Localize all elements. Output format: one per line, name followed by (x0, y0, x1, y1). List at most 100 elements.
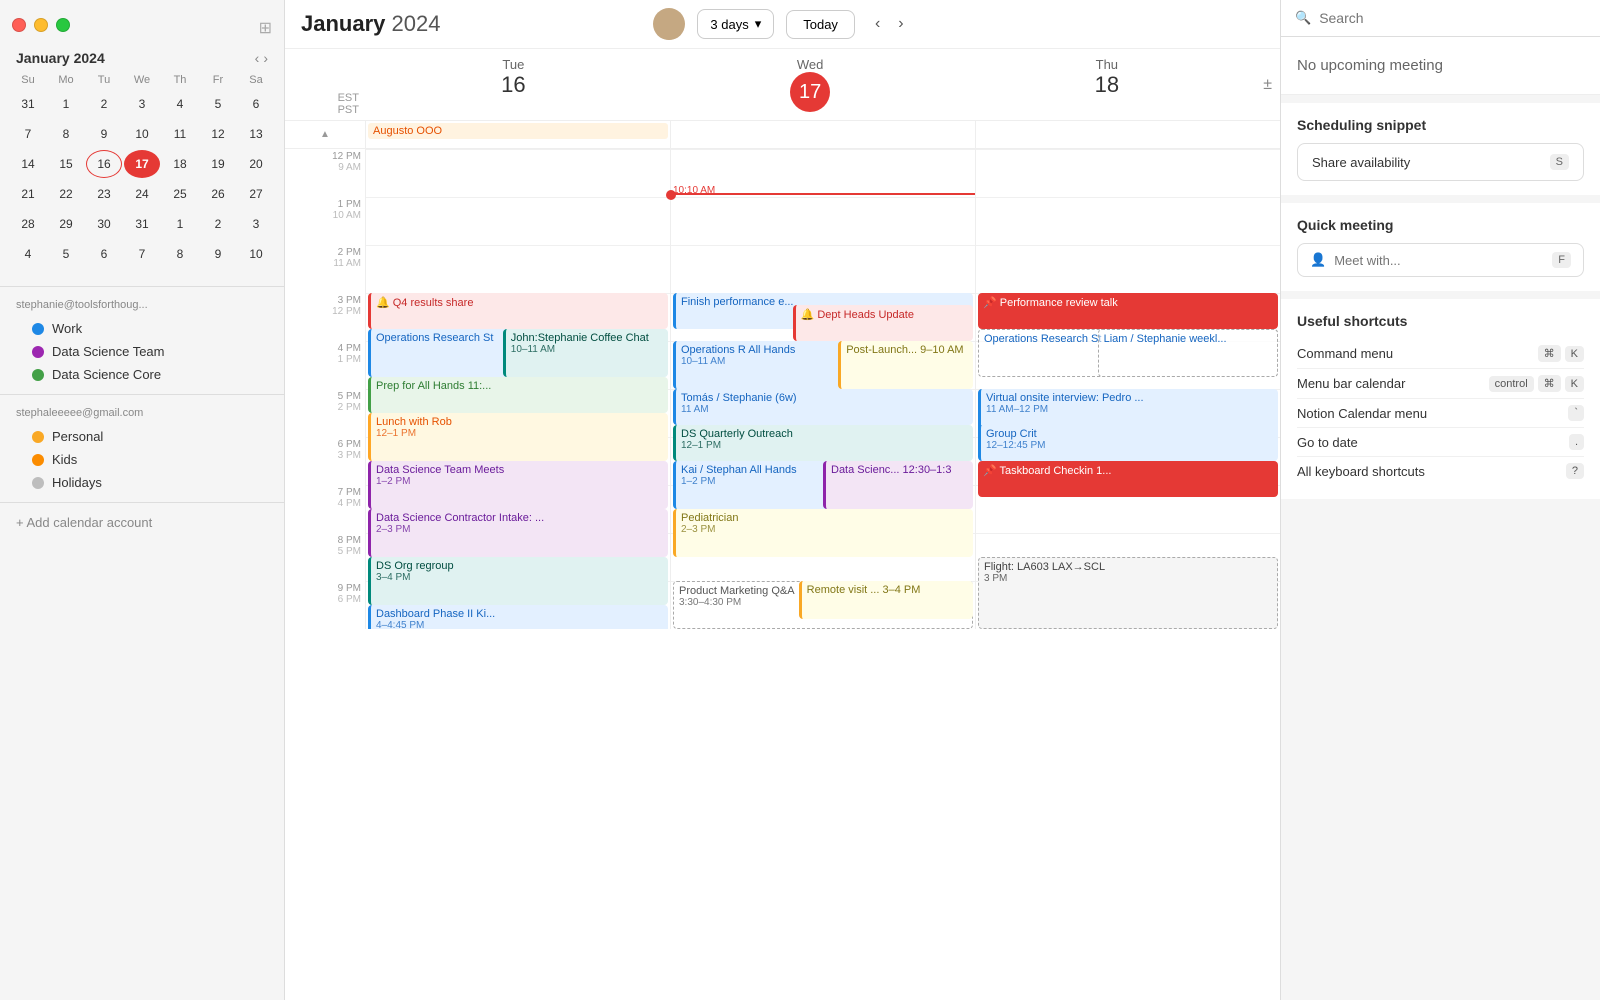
mini-cal-day[interactable]: 7 (124, 240, 160, 268)
calendar-event[interactable]: 📌 Taskboard Checkin 1... (978, 461, 1278, 497)
mini-cal-day[interactable]: 17 (124, 150, 160, 178)
mini-cal-day[interactable]: 25 (162, 180, 198, 208)
next-arrow[interactable]: › (890, 11, 911, 37)
meet-with-input[interactable] (1334, 253, 1544, 268)
mini-cal-day[interactable]: 24 (124, 180, 160, 208)
mini-cal-day[interactable]: 1 (48, 90, 84, 118)
time-est: 4 PM (338, 343, 361, 354)
mini-cal-day[interactable]: 26 (200, 180, 236, 208)
calendar-event[interactable]: Liam / Stephanie weekl... (1098, 329, 1278, 377)
add-event-button[interactable]: ± (1255, 49, 1280, 120)
mini-cal-day[interactable]: 16 (86, 150, 122, 178)
mini-cal-day[interactable]: 22 (48, 180, 84, 208)
mini-cal-day[interactable]: 14 (10, 150, 46, 178)
prev-arrow[interactable]: ‹ (867, 11, 888, 37)
mini-cal-day[interactable]: 10 (124, 120, 160, 148)
mini-cal-day[interactable]: 4 (162, 90, 198, 118)
time-est: 1 PM (338, 199, 361, 210)
time-est: 12 PM (332, 151, 361, 162)
calendar-data-science-team[interactable]: Data Science Team (16, 340, 268, 363)
event-title: DS Org regroup (376, 560, 663, 572)
mini-cal-day[interactable]: 8 (162, 240, 198, 268)
calendar-event[interactable]: Data Science Team Meets1–2 PM (368, 461, 668, 509)
time-pst: 9 AM (338, 162, 361, 173)
sidebar-toggle-icon[interactable]: ⊞ (259, 18, 272, 38)
mini-cal-day[interactable]: 18 (162, 150, 198, 178)
share-availability-button[interactable]: Share availability S (1297, 143, 1584, 181)
maximize-button[interactable] (56, 18, 70, 32)
mini-cal-day[interactable]: 9 (200, 240, 236, 268)
calendar-event[interactable]: 🔔 Dept Heads Update (793, 305, 973, 341)
calendar-holidays[interactable]: Holidays (16, 471, 268, 494)
mini-cal-day[interactable]: 21 (10, 180, 46, 208)
calendar-event[interactable]: Data Science Contractor Intake: ...2–3 P… (368, 509, 668, 557)
mini-cal-next[interactable]: › (263, 50, 268, 66)
calendar-event[interactable]: DS Org regroup3–4 PM (368, 557, 668, 605)
mini-cal-day[interactable]: 19 (200, 150, 236, 178)
add-calendar-btn[interactable]: + Add calendar account (0, 507, 284, 538)
mini-cal-prev[interactable]: ‹ (255, 50, 260, 66)
mini-cal-day[interactable]: 29 (48, 210, 84, 238)
mini-cal-day[interactable]: 3 (124, 90, 160, 118)
mini-cal-day[interactable]: 1 (162, 210, 198, 238)
mini-cal-day[interactable]: 12 (200, 120, 236, 148)
mini-cal-day[interactable]: 9 (86, 120, 122, 148)
calendar-work[interactable]: Work (16, 317, 268, 340)
calendar-personal[interactable]: Personal (16, 425, 268, 448)
event-time: 2–3 PM (376, 524, 663, 535)
col-day-tue: Tue (365, 57, 662, 72)
search-input[interactable] (1319, 10, 1586, 26)
mini-cal-day[interactable]: 20 (238, 150, 274, 178)
calendar-event[interactable]: Tomás / Stephanie (6w)11 AM (673, 389, 973, 425)
mini-cal-day[interactable]: 23 (86, 180, 122, 208)
close-button[interactable] (12, 18, 26, 32)
augusto-ooo-event[interactable]: Augusto OOO (368, 123, 668, 139)
mini-cal-day[interactable]: 5 (48, 240, 84, 268)
calendar-event[interactable]: Pediatrician2–3 PM (673, 509, 973, 557)
calendar-event[interactable]: John:Stephanie Coffee Chat10–11 AM (503, 329, 668, 377)
calendar-event[interactable]: 📌 Performance review talk (978, 293, 1278, 329)
mini-cal-day[interactable]: 11 (162, 120, 198, 148)
mini-cal-day[interactable]: 27 (238, 180, 274, 208)
calendar-event[interactable]: 🔔 Q4 results share (368, 293, 668, 329)
mini-cal-day[interactable]: 2 (200, 210, 236, 238)
calendar-data-science-core[interactable]: Data Science Core (16, 363, 268, 386)
user-avatar[interactable] (653, 8, 685, 40)
mini-cal-day[interactable]: 5 (200, 90, 236, 118)
mini-cal-day[interactable]: 2 (86, 90, 122, 118)
calendar-event[interactable]: Post-Launch... 9–10 AM (838, 341, 973, 389)
event-title: Dashboard Phase II Ki... (376, 608, 663, 620)
calendar-event[interactable]: Dashboard Phase II Ki...4–4:45 PM (368, 605, 668, 629)
mini-cal-day[interactable]: 28 (10, 210, 46, 238)
mini-cal-day[interactable]: 31 (10, 90, 46, 118)
calendar-event[interactable]: Data Scienc... 12:30–1:3 (823, 461, 973, 509)
calendar-event[interactable]: Prep for All Hands 11:... (368, 377, 668, 413)
shortcut-command-menu: Command menu ⌘ K (1297, 339, 1584, 369)
mini-cal-day[interactable]: 7 (10, 120, 46, 148)
mini-cal-day[interactable]: 4 (10, 240, 46, 268)
shortcut-keys-all: ? (1566, 463, 1584, 479)
mini-cal-day[interactable]: 13 (238, 120, 274, 148)
calendar-event[interactable]: DS Quarterly Outreach12–1 PM (673, 425, 973, 461)
calendar-event[interactable]: Lunch with Rob12–1 PM (368, 413, 668, 461)
mini-cal-grid: Su Mo Tu We Th Fr Sa 3112345678910111213… (8, 70, 276, 270)
mini-cal-day[interactable]: 10 (238, 240, 274, 268)
view-selector[interactable]: 3 days ▾ (697, 9, 774, 39)
mini-cal-day[interactable]: 3 (238, 210, 274, 238)
mini-cal-day[interactable]: 15 (48, 150, 84, 178)
calendar-event[interactable]: Group Crit12–12:45 PM (978, 425, 1278, 461)
calendar-event[interactable]: Flight: LA603 LAX→SCL3 PM (978, 557, 1278, 629)
mini-cal-day[interactable]: 30 (86, 210, 122, 238)
mini-cal-day[interactable]: 8 (48, 120, 84, 148)
event-title: Group Crit (986, 428, 1273, 440)
holidays-label: Holidays (52, 475, 102, 490)
minimize-button[interactable] (34, 18, 48, 32)
calendar-event[interactable]: Remote visit ... 3–4 PM (799, 581, 973, 619)
mini-cal-day[interactable]: 31 (124, 210, 160, 238)
mini-cal-day[interactable]: 6 (86, 240, 122, 268)
shortcut-label-menubar: Menu bar calendar (1297, 376, 1405, 391)
mini-cal-day[interactable]: 6 (238, 90, 274, 118)
hour-line (366, 149, 670, 150)
today-button[interactable]: Today (786, 10, 855, 39)
calendar-kids[interactable]: Kids (16, 448, 268, 471)
